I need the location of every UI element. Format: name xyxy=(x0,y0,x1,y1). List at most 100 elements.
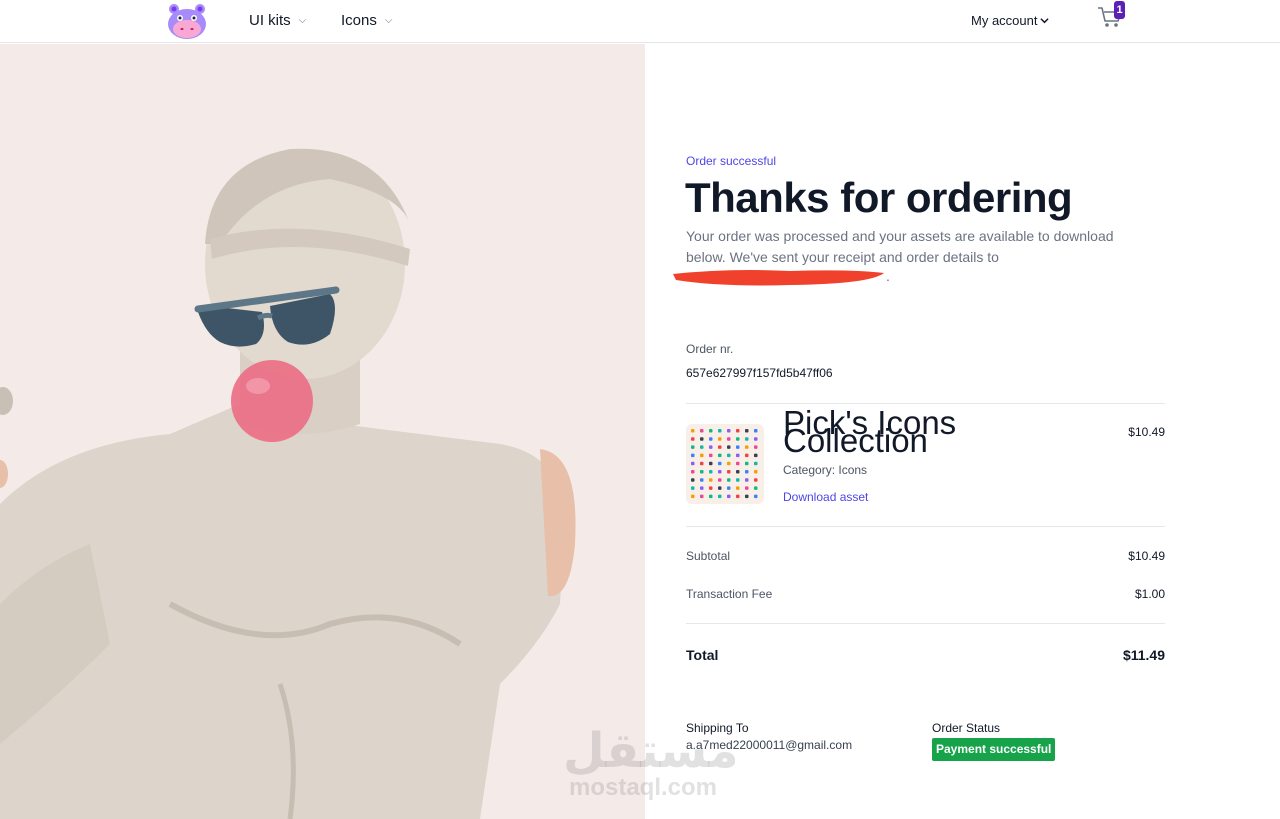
mini-icon xyxy=(727,470,731,474)
mini-icon xyxy=(745,437,749,441)
status-badge: Payment successful xyxy=(932,738,1056,761)
mini-icon xyxy=(727,478,731,482)
download-asset-link[interactable]: Download asset xyxy=(783,490,868,504)
mini-icon xyxy=(709,470,713,474)
mini-icon xyxy=(754,486,758,490)
top-navbar: UI kits ⌵ Icons ⌵ My account 1 xyxy=(0,0,1280,43)
mini-icon xyxy=(754,453,758,458)
order-description: Your order was processed and your assets… xyxy=(686,228,1114,265)
mini-icon xyxy=(709,486,713,490)
mini-icon xyxy=(709,461,713,466)
mini-icon xyxy=(700,429,704,433)
mini-icon xyxy=(691,494,695,499)
mini-icon xyxy=(754,445,758,449)
mini-icon xyxy=(736,461,740,466)
mini-icon xyxy=(718,470,722,474)
product-thumbnail xyxy=(686,424,764,504)
mini-icon xyxy=(727,453,731,458)
mini-icon xyxy=(754,429,758,433)
mini-icon xyxy=(700,494,704,499)
watermark: مستقل mostaql.com xyxy=(563,723,739,801)
mini-icon xyxy=(691,486,695,490)
subtotal-value: $10.49 xyxy=(1128,549,1165,563)
watermark-arabic: مستقل xyxy=(563,723,739,779)
mini-icon xyxy=(745,429,749,433)
mini-icon xyxy=(754,461,758,466)
mini-icon xyxy=(736,494,740,499)
mini-icon xyxy=(736,486,740,490)
mini-icon xyxy=(700,470,704,474)
nav-icons[interactable]: Icons ⌵ xyxy=(341,12,392,29)
nav-icons-label: Icons xyxy=(341,12,377,29)
mini-icon xyxy=(691,478,695,482)
mini-icon xyxy=(700,486,704,490)
mini-icon xyxy=(700,437,704,441)
mini-icon xyxy=(718,453,722,458)
mini-icon xyxy=(754,478,758,482)
subtotal-label: Subtotal xyxy=(686,549,731,563)
mini-icon xyxy=(709,437,713,441)
divider xyxy=(686,623,1165,624)
mini-icon xyxy=(754,470,758,474)
product-category: Category: Icons xyxy=(783,463,868,477)
mini-icon xyxy=(727,437,731,441)
mini-icon xyxy=(718,461,722,466)
nav-ui-kits-label: UI kits xyxy=(249,12,291,29)
mini-icon xyxy=(736,437,740,441)
mini-icon xyxy=(718,437,722,441)
redacted-email-suffix: . xyxy=(886,268,890,284)
mini-icon xyxy=(700,453,704,458)
mini-icon xyxy=(718,478,722,482)
transaction-fee-label: Transaction Fee xyxy=(686,587,773,601)
transaction-fee-value: $1.00 xyxy=(1134,587,1165,601)
mini-icon xyxy=(709,453,713,458)
mini-icon xyxy=(736,478,740,482)
account-menu[interactable]: My account xyxy=(971,13,1050,28)
mini-icon xyxy=(727,445,731,449)
chevron-down-icon: ⌵ xyxy=(384,15,393,26)
mini-icon xyxy=(754,437,758,441)
hero-image xyxy=(0,44,645,819)
mini-icon xyxy=(718,494,722,499)
nav-ui-kits[interactable]: UI kits ⌵ xyxy=(249,12,306,29)
order-number-value: 657e627997f157fd5b47ff06 xyxy=(686,366,833,380)
mini-icon xyxy=(700,461,704,466)
mini-icon xyxy=(691,453,695,458)
mini-icon xyxy=(736,470,740,474)
account-label: My account xyxy=(971,13,1038,28)
mini-icon xyxy=(691,470,695,474)
redaction-scribble xyxy=(673,270,884,286)
mini-icon xyxy=(691,437,695,441)
mini-icon xyxy=(718,486,722,490)
mini-icon xyxy=(727,461,731,466)
chevron-down-icon xyxy=(1040,18,1050,24)
mini-icon xyxy=(745,461,749,466)
mini-icon xyxy=(718,429,722,433)
order-number-label: Order nr. xyxy=(686,342,734,356)
total-label: Total xyxy=(686,647,719,663)
mini-icon xyxy=(709,478,713,482)
mini-icon xyxy=(727,429,731,433)
divider xyxy=(686,526,1165,527)
mini-icon xyxy=(709,429,713,433)
mini-icon xyxy=(745,470,749,474)
total-value: $11.49 xyxy=(1122,647,1165,663)
mini-icon xyxy=(709,494,713,499)
mini-icon xyxy=(736,429,740,433)
statue-illustration xyxy=(0,148,576,819)
mini-icon xyxy=(745,453,749,458)
mini-icon xyxy=(727,486,731,490)
mini-icon xyxy=(745,445,749,449)
mini-icon xyxy=(700,445,704,449)
mini-icon xyxy=(745,486,749,490)
mini-icon xyxy=(718,445,722,449)
mini-icon xyxy=(736,445,740,449)
hippo-logo[interactable] xyxy=(164,2,210,40)
mini-icon xyxy=(745,478,749,482)
mini-icon xyxy=(691,429,695,433)
cart-count-badge: 1 xyxy=(1114,1,1125,19)
mini-icon xyxy=(691,445,695,449)
mini-icon xyxy=(754,494,758,499)
mini-icon xyxy=(709,445,713,449)
mini-icon xyxy=(745,494,749,499)
